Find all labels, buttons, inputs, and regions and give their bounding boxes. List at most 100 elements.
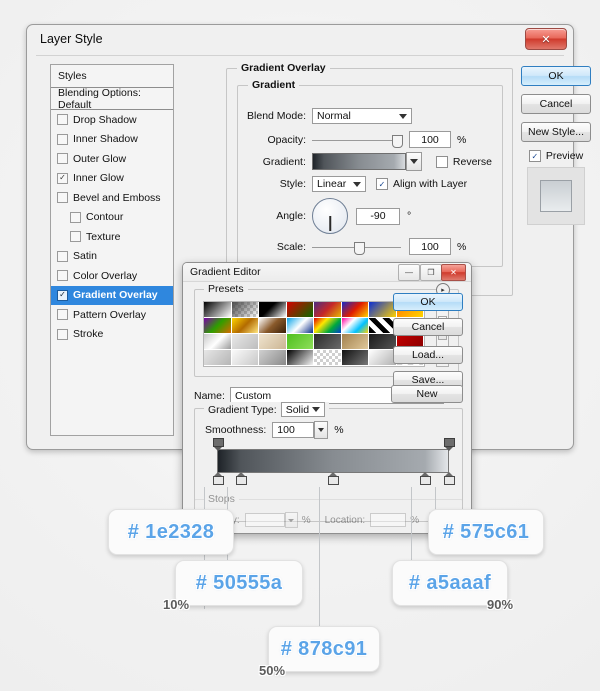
sidebar-item-stroke[interactable]: Stroke: [51, 325, 173, 345]
sidebar-item-contour[interactable]: Contour: [51, 208, 173, 228]
checkbox-satin[interactable]: [57, 250, 68, 262]
sidebar-item-outer-glow[interactable]: Outer Glow: [51, 149, 173, 169]
checkbox-drop-shadow[interactable]: [57, 114, 68, 126]
color-stop[interactable]: [236, 472, 247, 485]
preset-swatch[interactable]: [231, 350, 259, 366]
opacity-stop[interactable]: [444, 438, 455, 451]
checkbox-bevel-and-emboss[interactable]: [57, 192, 68, 204]
blend-mode-select[interactable]: Normal: [312, 108, 412, 124]
scale-slider[interactable]: [312, 241, 401, 255]
preset-swatch[interactable]: [286, 302, 314, 318]
gradient-type-select[interactable]: Solid: [280, 402, 325, 417]
preset-swatch[interactable]: [204, 302, 232, 318]
stop-opacity-input[interactable]: [244, 513, 285, 527]
new-style-button[interactable]: New Style...: [521, 122, 591, 142]
minimize-icon[interactable]: —: [398, 264, 420, 281]
blend-mode-label: Blend Mode:: [247, 110, 306, 122]
smoothness-stepper[interactable]: [314, 421, 329, 439]
align-with-layer-checkbox[interactable]: ✓ Align with Layer: [376, 178, 467, 190]
opacity-slider[interactable]: [312, 134, 403, 148]
preset-swatch[interactable]: [341, 350, 369, 366]
ok-button[interactable]: OK: [393, 293, 463, 311]
color-stop[interactable]: [444, 472, 455, 485]
opacity-input[interactable]: 100: [409, 131, 451, 148]
smoothness-input[interactable]: 100: [272, 422, 315, 438]
sidebar-item-satin[interactable]: Satin: [51, 247, 173, 267]
preset-swatch[interactable]: [341, 318, 369, 334]
angle-input[interactable]: -90: [356, 207, 400, 225]
sidebar-item-inner-shadow[interactable]: Inner Shadow: [51, 130, 173, 150]
load-button[interactable]: Load...: [393, 346, 463, 364]
checkbox-preview[interactable]: ✓: [528, 150, 541, 162]
gradient-bar[interactable]: [213, 438, 455, 485]
sidebar-item-gradient-overlay[interactable]: ✓ Gradient Overlay: [51, 285, 173, 305]
opacity-slider-thumb[interactable]: [392, 134, 403, 148]
preset-swatch[interactable]: [259, 334, 287, 350]
chevron-down-icon: [311, 407, 320, 412]
new-button[interactable]: New: [391, 385, 463, 403]
close-icon[interactable]: ✕: [441, 264, 466, 281]
color-stop[interactable]: [328, 472, 339, 485]
sidebar-item-color-overlay[interactable]: Color Overlay: [51, 266, 173, 286]
preset-swatch[interactable]: [286, 318, 314, 334]
preset-swatch[interactable]: [204, 350, 232, 366]
preset-swatch[interactable]: [286, 334, 314, 350]
checkbox-reverse[interactable]: [435, 155, 448, 168]
close-icon[interactable]: ✕: [525, 28, 567, 50]
checkbox-pattern-overlay[interactable]: [57, 309, 68, 321]
color-stop[interactable]: [213, 472, 224, 485]
sidebar-item-label: Inner Glow: [73, 172, 124, 185]
preset-swatch[interactable]: [314, 350, 342, 366]
preset-swatch[interactable]: [314, 318, 342, 334]
checkbox-gradient-overlay[interactable]: ✓: [57, 289, 68, 301]
preset-swatch[interactable]: [204, 334, 232, 350]
preset-swatch[interactable]: [259, 350, 287, 366]
sidebar-item-label: Color Overlay: [73, 269, 138, 282]
checkbox-inner-glow[interactable]: ✓: [57, 172, 68, 184]
checkbox-inner-shadow[interactable]: [57, 133, 68, 145]
sidebar-item-pattern-overlay[interactable]: Pattern Overlay: [51, 305, 173, 325]
sidebar-item-inner-glow[interactable]: ✓ Inner Glow: [51, 169, 173, 189]
styles-list: Styles Blending Options: Default Drop Sh…: [50, 64, 174, 436]
checkbox-texture[interactable]: [70, 231, 81, 243]
checkbox-align-with-layer[interactable]: ✓: [376, 178, 388, 190]
gradient-preview-swatch[interactable]: [311, 153, 406, 170]
preset-swatch[interactable]: [231, 334, 259, 350]
gradient-picker[interactable]: [311, 152, 422, 171]
preset-swatch[interactable]: [314, 302, 342, 318]
ok-button[interactable]: OK: [521, 66, 591, 86]
preset-swatch[interactable]: [286, 350, 314, 366]
stop-opacity-stepper[interactable]: [284, 512, 298, 528]
angle-dial[interactable]: [312, 198, 348, 234]
reverse-checkbox[interactable]: Reverse: [435, 155, 492, 168]
gradient-dropdown-button[interactable]: [405, 152, 422, 171]
preset-swatch[interactable]: [231, 318, 259, 334]
cancel-button[interactable]: Cancel: [393, 318, 463, 336]
sidebar-item-blending-options[interactable]: Blending Options: Default: [51, 87, 173, 111]
stop-location-input[interactable]: [370, 513, 407, 527]
checkbox-stroke[interactable]: [57, 328, 68, 340]
preview-checkbox[interactable]: ✓ Preview: [521, 150, 591, 162]
sidebar-item-texture[interactable]: Texture: [51, 227, 173, 247]
scale-slider-thumb[interactable]: [354, 241, 365, 255]
preset-swatch[interactable]: [259, 318, 287, 334]
opacity-stop[interactable]: [213, 438, 224, 451]
presets-grid[interactable]: [203, 301, 425, 367]
preset-swatch[interactable]: [341, 334, 369, 350]
style-select[interactable]: Linear: [312, 176, 366, 192]
maximize-icon[interactable]: ❐: [420, 264, 442, 281]
stop-color-dropdown[interactable]: [275, 533, 288, 534]
cancel-button[interactable]: Cancel: [521, 94, 591, 114]
sidebar-item-drop-shadow[interactable]: Drop Shadow: [51, 110, 173, 130]
preset-swatch[interactable]: [314, 334, 342, 350]
sidebar-item-bevel-and-emboss[interactable]: Bevel and Emboss: [51, 188, 173, 208]
checkbox-outer-glow[interactable]: [57, 153, 68, 165]
scale-input[interactable]: 100: [409, 238, 451, 255]
preset-swatch[interactable]: [341, 302, 369, 318]
preset-swatch[interactable]: [204, 318, 232, 334]
color-stop[interactable]: [420, 472, 431, 485]
preset-swatch[interactable]: [231, 302, 259, 318]
preset-swatch[interactable]: [259, 302, 287, 318]
checkbox-contour[interactable]: [70, 211, 81, 223]
checkbox-color-overlay[interactable]: [57, 270, 68, 282]
